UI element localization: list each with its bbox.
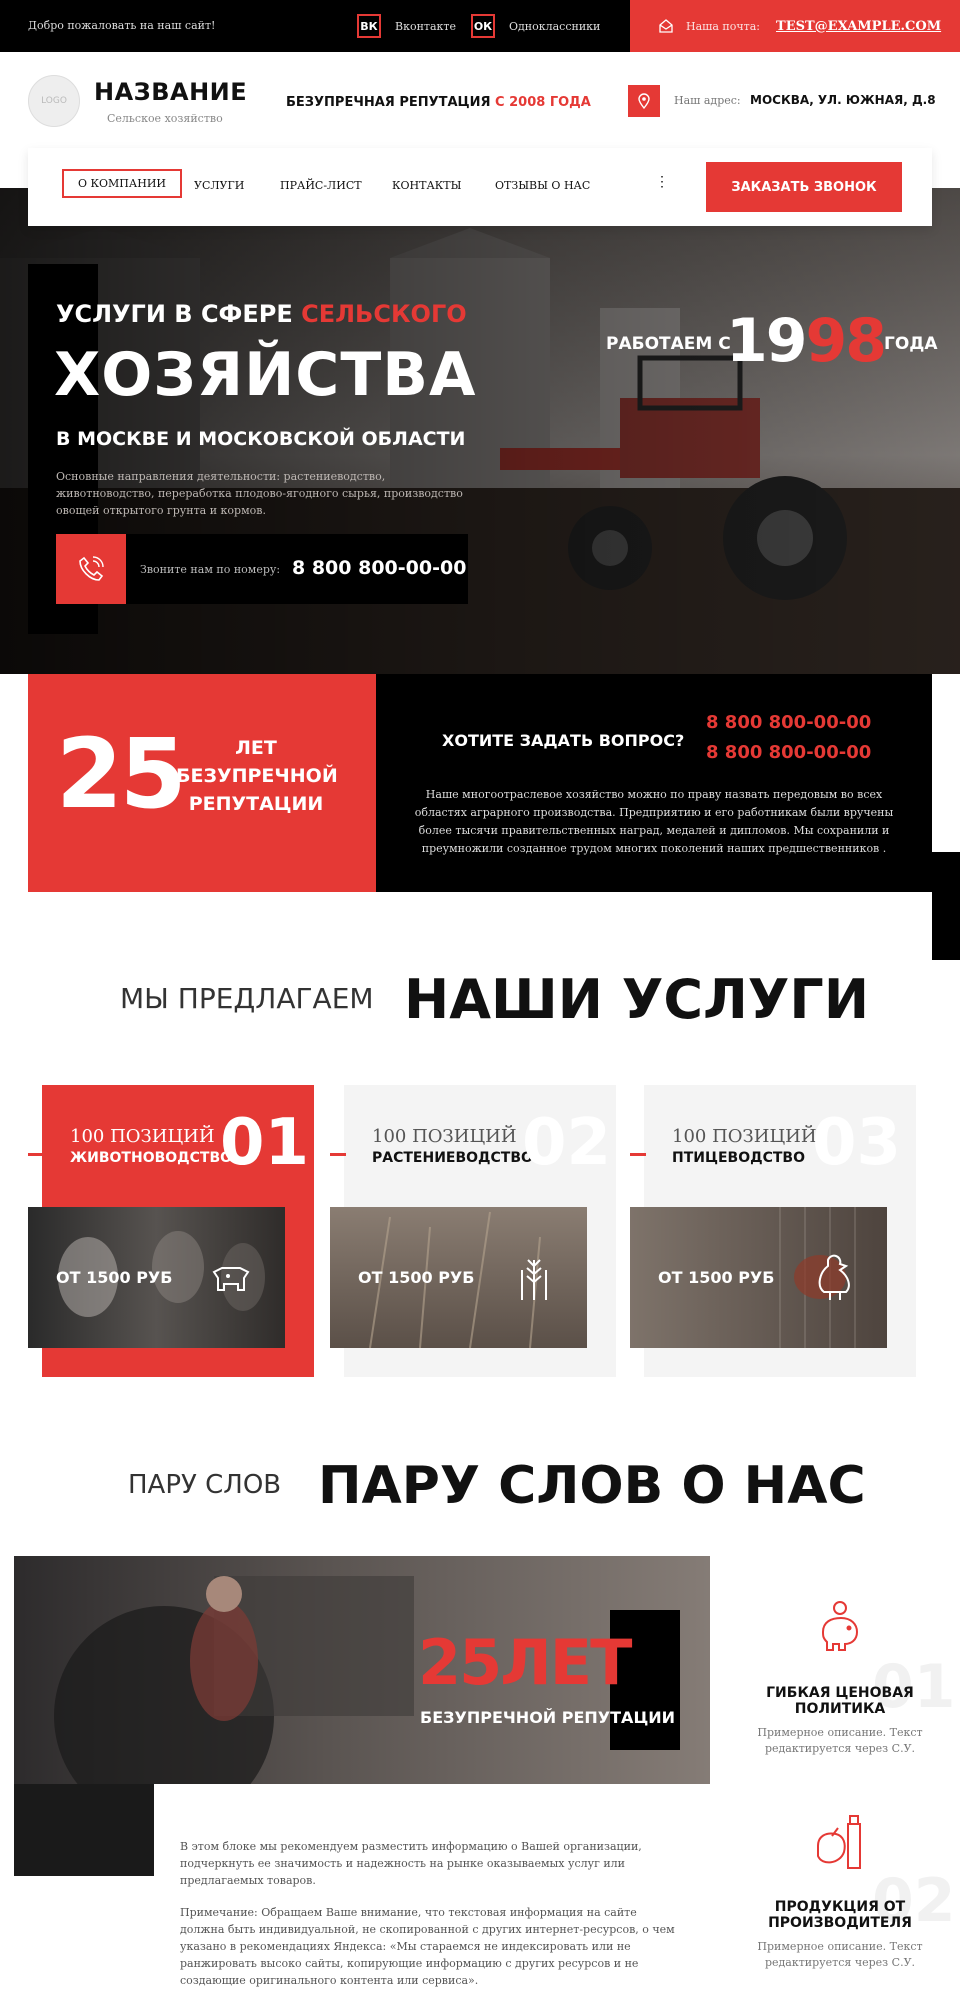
feature-2-title: ПРОДУКЦИЯ ОТ ПРОИЗВОДИТЕЛЯ [768, 1899, 912, 1931]
brand-name: НАЗВАНИЕ [94, 78, 248, 106]
card-2-positions: 100 ПОЗИЦИЙ [372, 1126, 517, 1147]
farmer-photo: 25ЛЕТ БЕЗУПРЕЧНОЙ РЕПУТАЦИИ [14, 1556, 710, 1784]
card-3-positions: 100 ПОЗИЦИЙ [672, 1126, 817, 1147]
address-value: МОСКВА, УЛ. ЮЖНАЯ, Д.8 [750, 93, 936, 107]
nav-about[interactable]: О КОМПАНИИ [62, 169, 183, 198]
header: LOGO НАЗВАНИЕ Сельское хозяйство БЕЗУПРЕ… [0, 52, 960, 148]
feature-1-title: ГИБКАЯ ЦЕНОВАЯ ПОЛИТИКА [766, 1685, 914, 1717]
hero-line1: УСЛУГИ В СФЕРЕ СЕЛЬСКОГО [56, 300, 467, 328]
hero-subtitle: В МОСКВЕ И МОСКОВСКОЙ ОБЛАСТИ [56, 428, 466, 450]
about-title: ПАРУ СЛОВ О НАС [318, 1456, 866, 1516]
brand-subtitle: Сельское хозяйство [107, 112, 223, 125]
odnoklassniki-link[interactable]: ОК Одноклассники [471, 14, 600, 38]
reputation-stats: 25 ЛЕТ БЕЗУПРЕЧНОЙ РЕПУТАЦИИ [28, 674, 376, 892]
logo[interactable]: LOGO [28, 75, 80, 127]
services-pre: МЫ ПРЕДЛАГАЕМ [120, 982, 374, 1015]
about-badge-sub: БЕЗУПРЕЧНОЙ РЕПУТАЦИИ [420, 1708, 676, 1727]
feature-1: ГИБКАЯ ЦЕНОВАЯ ПОЛИТИКА Примерное описан… [750, 1685, 930, 1757]
food-products-icon [817, 1815, 861, 1869]
card-2-price: ОТ 1500 РУБ [358, 1268, 475, 1287]
nav-contacts[interactable]: КОНТАКТЫ [392, 179, 461, 192]
phone-icon [56, 534, 126, 604]
order-call-button[interactable]: ЗАКАЗАТЬ ЗВОНОК [706, 162, 902, 212]
mail-icon [659, 19, 673, 33]
card-3-marker [630, 1153, 646, 1156]
about-paragraph-1: В этом блоке мы рекомендуем разместить и… [180, 1840, 642, 1887]
odnoklassniki-label: Одноклассники [509, 19, 601, 33]
nav-reviews[interactable]: ОТЗЫВЫ О НАС [495, 179, 590, 192]
reputation-text: БЕЗУПРЕЧНАЯ РЕПУТАЦИЯ С 2008 ГОДА [286, 95, 591, 110]
feature-2-desc: Примерное описание. Текст редактируется … [757, 1940, 923, 1969]
card-1-positions: 100 ПОЗИЦИЙ [70, 1126, 215, 1147]
photo-corner [14, 1784, 154, 1876]
card-2-marker [330, 1153, 346, 1156]
hero-description: Основные направления деятельности: расте… [56, 470, 463, 517]
wheat-icon [521, 1259, 547, 1300]
question-phone-2[interactable]: 8 800 800-00-00 [706, 742, 871, 763]
vk-label: Вконтакте [395, 19, 457, 33]
card-3-price: ОТ 1500 РУБ [658, 1268, 775, 1287]
about-paragraph-2: Примечание: Обращаем Ваше внимание, что … [180, 1906, 675, 1987]
question-title: ХОТИТЕ ЗАДАТЬ ВОПРОС? [442, 731, 685, 750]
card-1-marker [28, 1153, 44, 1156]
about-pre: ПАРУ СЛОВ [128, 1470, 282, 1500]
odnoklassniki-icon: ОК [471, 14, 495, 38]
question-phone-1[interactable]: 8 800 800-00-00 [706, 712, 871, 733]
card-2-category: РАСТЕНИЕВОДСТВО [372, 1150, 533, 1166]
years-caption: ЛЕТ БЕЗУПРЕЧНОЙ РЕПУТАЦИИ [176, 737, 338, 815]
vk-icon: ВК [357, 14, 381, 38]
card-1-category: ЖИВОТНОВОДСТВО [70, 1150, 233, 1166]
feature-2: ПРОДУКЦИЯ ОТ ПРОИЗВОДИТЕЛЯ Примерное опи… [750, 1899, 930, 1971]
card-1-number: 01 [220, 1106, 310, 1180]
decor-block [932, 852, 960, 960]
hero-title: ХОЗЯЙСТВА [54, 340, 477, 410]
main-nav: О КОМПАНИИ УСЛУГИ ПРАЙС-ЛИСТ КОНТАКТЫ ОТ… [28, 148, 932, 226]
piggy-bank-icon [821, 1601, 859, 1651]
feature-1-desc: Примерное описание. Текст редактируется … [757, 1726, 923, 1755]
question-text: Наше многоотраслевое хозяйство можно по … [414, 788, 894, 855]
years-number: 25 [56, 718, 187, 830]
top-bar: Добро пожаловать на наш сайт! ВК Вконтак… [0, 0, 960, 52]
mail-label: Наша почта: [686, 19, 761, 33]
welcome-text: Добро пожаловать на наш сайт! [28, 19, 216, 32]
hero-phone-box: Звоните нам по номеру: 8 800 800-00-00 [56, 534, 468, 604]
mail-link[interactable]: TEST@EXAMPLE.COM [776, 19, 941, 34]
since-prefix: РАБОТАЕМ С [606, 334, 731, 354]
services-title: НАШИ УСЛУГИ [404, 968, 870, 1031]
chicken-icon [818, 1254, 850, 1300]
nav-price-list[interactable]: ПРАЙС-ЛИСТ [280, 179, 362, 192]
question-box: ХОТИТЕ ЗАДАТЬ ВОПРОС? 8 800 800-00-00 8 … [376, 674, 932, 892]
card-1-price: ОТ 1500 РУБ [56, 1268, 173, 1287]
address-label: Наш адрес: [674, 94, 741, 107]
location-pin-icon [628, 85, 660, 117]
hero-phone[interactable]: 8 800 800-00-00 [292, 557, 466, 579]
since-suffix: ГОДА [884, 334, 938, 354]
vk-link[interactable]: ВК Вконтакте [357, 14, 456, 38]
about-badge: 25ЛЕТ [418, 1626, 632, 1699]
more-menu-icon[interactable]: ⋮ [655, 174, 669, 190]
card-2-number: 02 [522, 1106, 612, 1180]
nav-services[interactable]: УСЛУГИ [194, 179, 244, 192]
phone-label: Звоните нам по номеру: [140, 563, 281, 576]
since-year: 1998 [726, 306, 887, 376]
card-3-number: 03 [812, 1106, 902, 1180]
card-3-category: ПТИЦЕВОДСТВО [672, 1150, 805, 1166]
mail-box: Наша почта: TEST@EXAMPLE.COM [630, 0, 960, 52]
cow-icon [212, 1267, 250, 1291]
